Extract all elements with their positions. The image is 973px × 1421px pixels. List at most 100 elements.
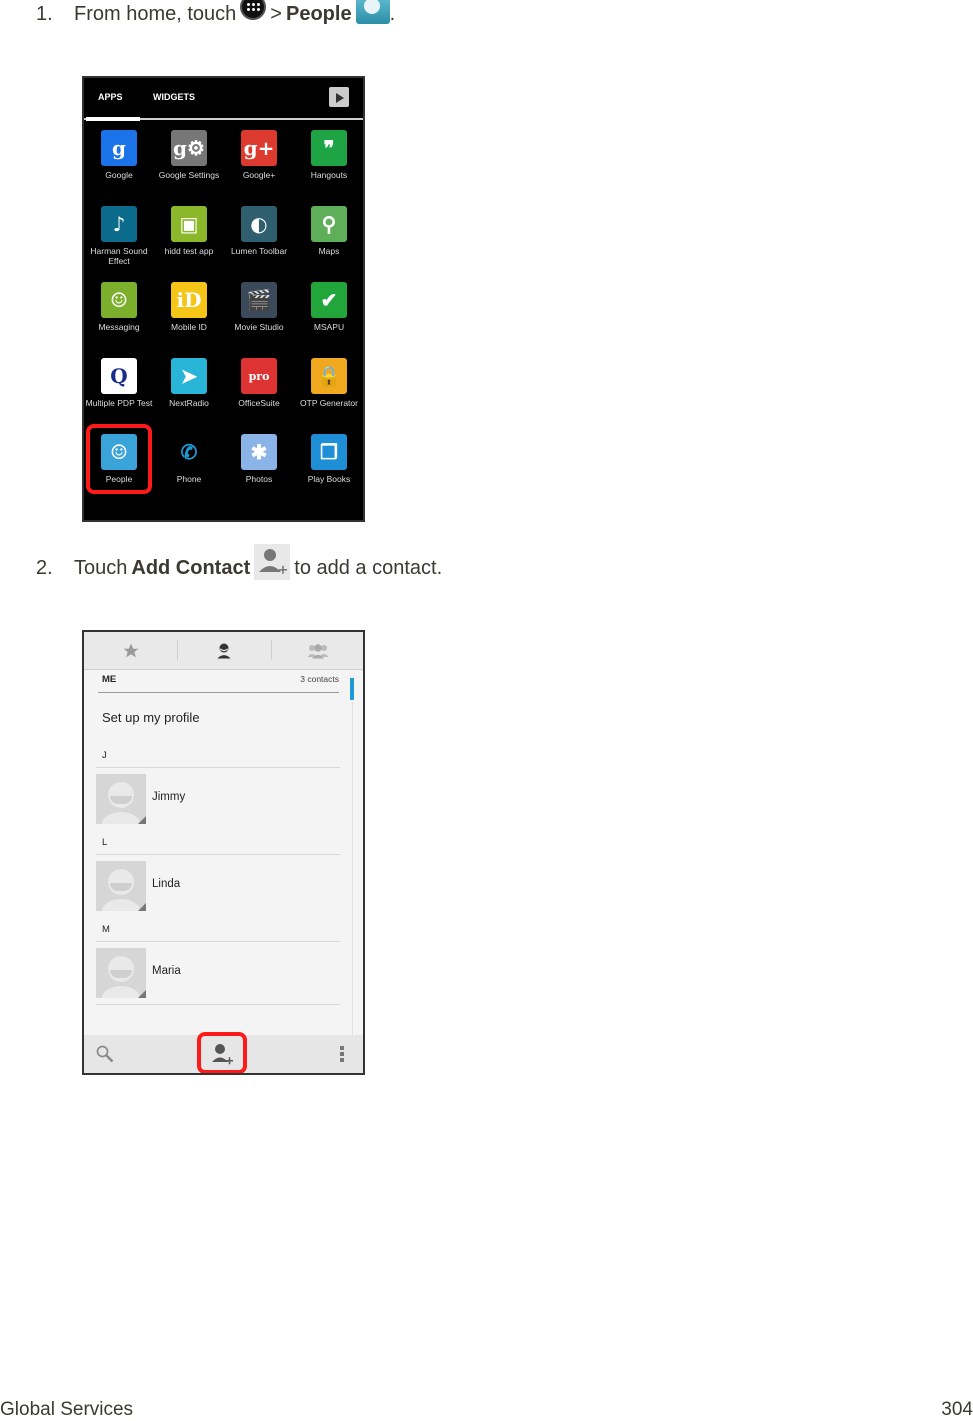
active-tab-indicator xyxy=(86,117,140,121)
app-nextradio[interactable]: ➤ NextRadio xyxy=(154,352,224,428)
step-text: Touch xyxy=(74,556,128,579)
avatar xyxy=(96,948,146,998)
add-contact-icon xyxy=(254,544,291,580)
clapper-icon: 🎬 xyxy=(241,282,277,318)
app-label: hidd test app xyxy=(164,246,214,256)
contact-row[interactable]: Maria xyxy=(96,948,340,998)
app-multiple-pdp-test[interactable]: Q Multiple PDP Test xyxy=(84,352,154,428)
app-movie-studio[interactable]: 🎬 Movie Studio xyxy=(224,276,294,352)
contacts-person-icon xyxy=(216,643,231,658)
app-label: Google+ xyxy=(242,170,276,180)
globe-icon: ◐ xyxy=(241,206,277,242)
separator: > xyxy=(270,2,282,25)
people-app-screenshot: ME 3 contacts Set up my profile J Jimmy L L… xyxy=(82,630,365,1075)
google-settings-icon: g⚙ xyxy=(171,130,207,166)
app-label: OfficeSuite xyxy=(238,398,280,408)
overflow-menu-icon xyxy=(340,1046,344,1062)
tab-widgets[interactable]: WIDGETS xyxy=(153,92,195,102)
app-google-settings[interactable]: g⚙ Google Settings xyxy=(154,124,224,200)
app-label: Lumen Toolbar xyxy=(230,246,288,256)
divider xyxy=(96,941,340,942)
step-number: 1. xyxy=(36,2,53,25)
app-label: Multiple PDP Test xyxy=(85,398,153,408)
section-header: L xyxy=(102,837,108,848)
app-label: MSAPU xyxy=(313,322,345,332)
app-label: Mobile ID xyxy=(171,322,207,332)
groups-icon xyxy=(307,643,328,658)
app-photos[interactable]: ✱ Photos xyxy=(224,428,294,504)
app-hidd-test-app[interactable]: ▣ hidd test app xyxy=(154,200,224,276)
app-lumen-toolbar[interactable]: ◐ Lumen Toolbar xyxy=(224,200,294,276)
step-bold: People xyxy=(285,2,352,25)
contact-name: Jimmy xyxy=(152,791,186,803)
maps-icon: ⚲ xyxy=(311,206,347,242)
people-app-icon xyxy=(355,0,390,24)
app-label: Hangouts xyxy=(310,170,348,180)
favorites-star-icon xyxy=(123,643,138,657)
divider xyxy=(96,767,340,768)
me-label: ME xyxy=(102,674,117,685)
google-plus-icon: g+ xyxy=(241,130,277,166)
app-officesuite[interactable]: pro OfficeSuite xyxy=(224,352,294,428)
tab-favorites[interactable] xyxy=(84,632,177,669)
photos-icon: ✱ xyxy=(241,434,277,470)
contact-row[interactable]: Jimmy xyxy=(96,774,340,824)
people-tabs xyxy=(84,632,363,670)
contact-name: Linda xyxy=(152,878,181,890)
overflow-menu-button[interactable] xyxy=(330,1035,354,1073)
harman-icon: ♪ xyxy=(101,206,137,242)
me-header: ME 3 contacts xyxy=(98,674,339,693)
scrollbar-thumb[interactable] xyxy=(350,678,354,700)
search-button[interactable] xyxy=(90,1035,120,1073)
setup-profile-item[interactable]: Set up my profile xyxy=(102,710,200,725)
quick-contact-badge-icon xyxy=(138,990,146,998)
contact-count: 3 contacts xyxy=(300,674,339,684)
app-harman-sound-effect[interactable]: ♪ Harman Sound Effect xyxy=(84,200,154,276)
app-google[interactable]: g Google xyxy=(84,124,154,200)
app-messaging[interactable]: ☺ Messaging xyxy=(84,276,154,352)
app-maps[interactable]: ⚲ Maps xyxy=(294,200,364,276)
app-google-[interactable]: g+ Google+ xyxy=(224,124,294,200)
section-header: M xyxy=(102,924,110,935)
app-otp-generator[interactable]: 🔒 OTP Generator xyxy=(294,352,364,428)
quick-contact-badge-icon xyxy=(138,816,146,824)
divider xyxy=(96,1004,340,1005)
app-drawer-tabs: APPS WIDGETS xyxy=(84,78,363,121)
step-text-end: to add a contact. xyxy=(294,556,443,579)
step-text: From home, touch xyxy=(74,2,237,25)
qualcomm-icon: Q xyxy=(101,358,137,394)
tab-groups[interactable] xyxy=(271,632,363,669)
quick-contact-badge-icon xyxy=(138,903,146,911)
tab-apps[interactable]: APPS xyxy=(98,92,123,102)
tab-contacts[interactable] xyxy=(177,632,270,669)
avatar xyxy=(96,861,146,911)
app-label: Messaging xyxy=(98,322,140,332)
nextradio-icon: ➤ xyxy=(171,358,207,394)
app-play-books[interactable]: ❒ Play Books xyxy=(294,428,364,504)
step-text-end: . xyxy=(389,2,396,25)
step-bold: Add Contact xyxy=(131,556,251,579)
cube-icon: ▣ xyxy=(171,206,207,242)
app-label: Google xyxy=(105,170,133,180)
hangouts-icon: ❞ xyxy=(311,130,347,166)
contact-name: Maria xyxy=(152,965,181,977)
officesuite-icon: pro xyxy=(241,358,277,394)
scrollbar-track xyxy=(352,702,353,1037)
app-label: Google Settings xyxy=(158,170,220,180)
app-mobile-id[interactable]: iD Mobile ID xyxy=(154,276,224,352)
app-label: Play Books xyxy=(307,474,351,484)
step-number: 2. xyxy=(36,556,53,579)
app-msapu[interactable]: ✔ MSAPU xyxy=(294,276,364,352)
messaging-icon: ☺ xyxy=(101,282,137,318)
app-hangouts[interactable]: ❞ Hangouts xyxy=(294,124,364,200)
contact-row[interactable]: Linda xyxy=(96,861,340,911)
app-label: Phone xyxy=(176,474,202,484)
app-label: NextRadio xyxy=(169,398,209,408)
app-label: Photos xyxy=(245,474,273,484)
app-phone[interactable]: ✆ Phone xyxy=(154,428,224,504)
play-store-icon[interactable] xyxy=(329,87,349,107)
google-icon: g xyxy=(101,130,137,166)
search-icon xyxy=(96,1045,114,1063)
add-contact-highlight xyxy=(197,1032,247,1073)
divider xyxy=(96,854,340,855)
